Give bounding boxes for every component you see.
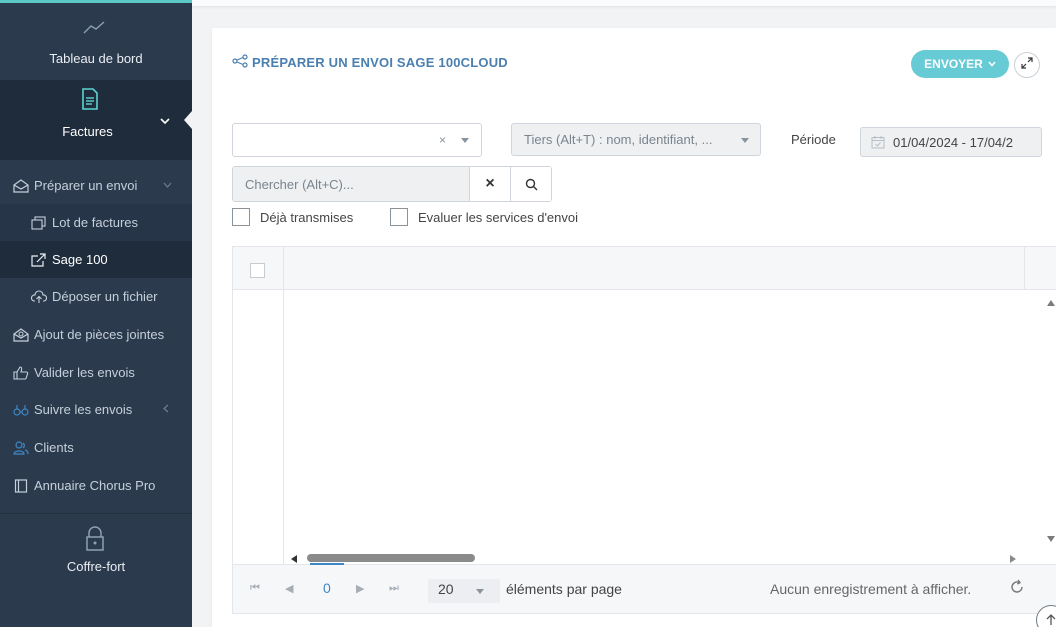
current-page[interactable]: 0	[323, 580, 331, 596]
send-button[interactable]: ENVOYER	[911, 50, 1009, 78]
sidebar-item-label: Sage 100	[52, 252, 108, 267]
sidebar-item-label: Factures	[62, 124, 113, 139]
sidebar-item-suivre-envois[interactable]: Suivre les envois	[0, 391, 192, 428]
search-icon	[525, 178, 538, 191]
pager: ⏮ ◀ 0 ▶ ⏭ 20 éléments par page Aucun enr…	[233, 563, 1056, 613]
sidebar-item-annuaire[interactable]: Annuaire Chorus Pro	[0, 467, 192, 504]
scroll-left-arrow[interactable]	[291, 555, 297, 563]
search-group: ×	[232, 166, 552, 202]
sidebar-item-label: Clients	[34, 440, 74, 455]
sidebar-item-preparer-envoi[interactable]: Préparer un envoi	[0, 167, 192, 204]
share-icon	[232, 54, 252, 71]
next-page-button[interactable]: ▶	[356, 582, 364, 595]
document-icon	[81, 88, 99, 115]
sidebar-item-label: Lot de factures	[52, 215, 138, 230]
dropdown-arrow-icon	[741, 138, 749, 143]
chevron-down-icon	[160, 114, 170, 128]
tiers-placeholder: Tiers (Alt+T) : nom, identifiant, ...	[524, 132, 713, 147]
book-icon	[12, 478, 30, 494]
sidebar-item-label: Préparer un envoi	[34, 178, 138, 193]
horizontal-scrollbar-thumb[interactable]	[307, 554, 475, 562]
column-divider	[1024, 247, 1025, 290]
binoculars-icon	[12, 402, 30, 418]
already-sent-checkbox[interactable]	[232, 208, 250, 226]
sidebar-item-factures[interactable]: Factures	[0, 80, 192, 160]
thumb-up-icon	[12, 365, 30, 381]
grid-header	[233, 247, 1056, 290]
period-label: Période	[791, 132, 836, 147]
sidebar: Tableau de bord Factures Préparer un env…	[0, 0, 192, 627]
sidebar-item-valider-envois[interactable]: Valider les envois	[0, 354, 192, 391]
last-page-button[interactable]: ⏭	[389, 582, 399, 595]
sidebar-item-label: Suivre les envois	[34, 402, 133, 417]
tiers-select[interactable]: Tiers (Alt+T) : nom, identifiant, ...	[511, 123, 761, 156]
page-size-value: 20	[438, 581, 454, 597]
arrow-up-icon	[1046, 614, 1056, 626]
already-sent-option[interactable]: Déjà transmises	[232, 206, 353, 228]
evaluate-services-option[interactable]: Evaluer les services d'envoi	[390, 206, 578, 228]
empty-message: Aucun enregistrement à afficher.	[770, 581, 972, 597]
clear-search-button[interactable]: ×	[469, 167, 510, 201]
sidebar-item-deposer-fichier[interactable]: Déposer un fichier	[0, 278, 192, 315]
page-size-select[interactable]: 20	[428, 579, 500, 603]
search-input[interactable]	[233, 167, 469, 201]
evaluate-services-checkbox[interactable]	[390, 208, 408, 226]
scroll-right-arrow[interactable]	[1010, 555, 1016, 563]
users-icon	[12, 440, 30, 456]
close-icon: ×	[485, 175, 495, 192]
select-column	[233, 290, 284, 564]
per-page-label: éléments par page	[506, 581, 622, 597]
scroll-up-arrow[interactable]	[1047, 300, 1055, 306]
evaluate-services-label: Evaluer les services d'envoi	[418, 209, 578, 225]
sidebar-item-label: Tableau de bord	[49, 51, 143, 66]
already-sent-label: Déjà transmises	[260, 209, 354, 225]
sidebar-item-pieces-jointes[interactable]: Ajout de pièces jointes	[0, 316, 192, 353]
expand-icon	[1021, 56, 1033, 74]
previous-page-button[interactable]: ◀	[285, 582, 293, 595]
sidebar-item-label: Ajout de pièces jointes	[34, 327, 165, 342]
period-date-range[interactable]: 01/04/2024 - 17/04/2	[860, 127, 1042, 157]
sidebar-item-coffre-fort[interactable]: Coffre-fort	[0, 514, 192, 627]
calendar-icon	[871, 135, 893, 149]
entity-select[interactable]: ×	[232, 123, 482, 157]
sidebar-item-label: Valider les envois	[34, 365, 135, 380]
cloud-upload-icon	[30, 289, 48, 305]
chevron-down-icon	[988, 61, 996, 67]
scroll-down-arrow[interactable]	[1047, 536, 1055, 542]
export-icon	[30, 252, 48, 268]
select-all-checkbox[interactable]	[250, 263, 265, 278]
search-button[interactable]	[510, 167, 551, 201]
main-panel: PRÉPARER UN ENVOI SAGE 100CLOUD ENVOYER …	[212, 28, 1056, 627]
period-value: 01/04/2024 - 17/04/2	[893, 134, 1013, 150]
grid-body[interactable]	[233, 290, 1056, 564]
invoices-grid: ⏮ ◀ 0 ▶ ⏭ 20 éléments par page Aucun enr…	[232, 246, 1056, 614]
sidebar-item-lot-factures[interactable]: Lot de factures	[0, 204, 192, 241]
chart-line-icon	[82, 19, 108, 42]
sidebar-item-label: Coffre-fort	[66, 559, 126, 574]
active-indicator	[184, 111, 192, 129]
sidebar-item-label: Annuaire Chorus Pro	[34, 478, 156, 493]
page-title-text: PRÉPARER UN ENVOI SAGE 100CLOUD	[252, 55, 508, 70]
sidebar-item-sage-100[interactable]: Sage 100	[0, 241, 192, 278]
stack-icon	[30, 215, 48, 231]
top-bar	[192, 0, 1056, 6]
clear-select-icon[interactable]: ×	[439, 133, 446, 147]
select-column-header	[233, 247, 284, 290]
lock-icon	[84, 526, 106, 557]
dropdown-arrow-icon	[461, 138, 469, 143]
sidebar-item-dashboard[interactable]: Tableau de bord	[0, 3, 192, 80]
current-page-indicator	[310, 563, 344, 565]
page-title: PRÉPARER UN ENVOI SAGE 100CLOUD	[232, 54, 508, 71]
chevron-down-icon	[163, 180, 172, 191]
refresh-icon[interactable]	[1009, 579, 1025, 598]
envelope-open-icon	[12, 178, 30, 194]
send-button-label: ENVOYER	[924, 57, 983, 71]
first-page-button[interactable]: ⏮	[250, 582, 260, 595]
sidebar-item-label: Déposer un fichier	[52, 289, 158, 304]
expand-button[interactable]	[1014, 52, 1040, 78]
envelope-attach-icon	[12, 327, 30, 343]
dropdown-arrow-icon	[476, 589, 484, 594]
chevron-left-icon	[163, 404, 169, 416]
sidebar-item-clients[interactable]: Clients	[0, 429, 192, 466]
